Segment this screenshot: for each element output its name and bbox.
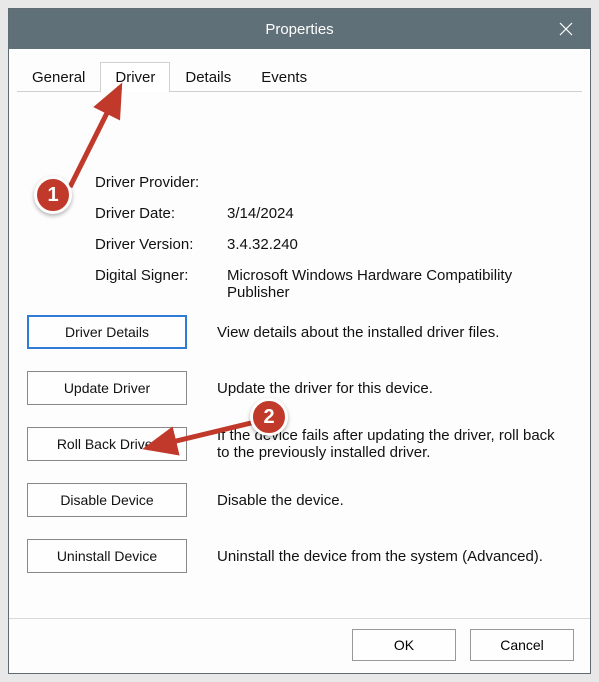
titlebar: Properties [9, 9, 590, 49]
tab-details[interactable]: Details [170, 62, 246, 92]
label-version: Driver Version: [95, 236, 227, 253]
tab-body-driver: Driver Provider: Driver Date: 3/14/2024 … [17, 92, 582, 595]
driver-details-button[interactable]: Driver Details [27, 315, 187, 349]
uninstall-device-button[interactable]: Uninstall Device [27, 539, 187, 573]
tab-strip: General Driver Details Events [17, 61, 582, 92]
driver-actions: Driver Details View details about the in… [27, 315, 572, 573]
close-icon [559, 22, 573, 36]
row-driver-details: Driver Details View details about the in… [27, 315, 572, 349]
tab-general[interactable]: General [17, 62, 100, 92]
driver-details-desc: View details about the installed driver … [217, 324, 572, 341]
tab-events[interactable]: Events [246, 62, 322, 92]
row-version: Driver Version: 3.4.32.240 [95, 236, 572, 253]
dialog-footer: OK Cancel [9, 618, 590, 673]
update-driver-desc: Update the driver for this device. [217, 380, 572, 397]
disable-desc: Disable the device. [217, 492, 572, 509]
label-provider: Driver Provider: [95, 174, 227, 191]
row-uninstall: Uninstall Device Uninstall the device fr… [27, 539, 572, 573]
value-date: 3/14/2024 [227, 205, 302, 222]
uninstall-desc: Uninstall the device from the system (Ad… [217, 548, 572, 565]
ok-button[interactable]: OK [352, 629, 456, 661]
roll-back-desc: If the device fails after updating the d… [217, 427, 572, 461]
close-button[interactable] [542, 9, 590, 49]
row-update-driver: Update Driver Update the driver for this… [27, 371, 572, 405]
label-date: Driver Date: [95, 205, 227, 222]
disable-device-button[interactable]: Disable Device [27, 483, 187, 517]
value-version: 3.4.32.240 [227, 236, 306, 253]
label-signer: Digital Signer: [95, 267, 227, 284]
row-date: Driver Date: 3/14/2024 [95, 205, 572, 222]
cancel-button[interactable]: Cancel [470, 629, 574, 661]
update-driver-button[interactable]: Update Driver [27, 371, 187, 405]
window-content: General Driver Details Events Driver Pro… [9, 49, 590, 618]
row-roll-back: Roll Back Driver If the device fails aft… [27, 427, 572, 461]
driver-info-grid: Driver Provider: Driver Date: 3/14/2024 … [95, 174, 572, 301]
row-provider: Driver Provider: [95, 174, 572, 191]
tab-driver[interactable]: Driver [100, 62, 170, 92]
row-disable: Disable Device Disable the device. [27, 483, 572, 517]
value-signer: Microsoft Windows Hardware Compatibility… [227, 267, 572, 301]
window-title: Properties [265, 21, 333, 38]
roll-back-driver-button[interactable]: Roll Back Driver [27, 427, 187, 461]
properties-window: Properties General Driver Details Events… [8, 8, 591, 674]
row-signer: Digital Signer: Microsoft Windows Hardwa… [95, 267, 572, 301]
